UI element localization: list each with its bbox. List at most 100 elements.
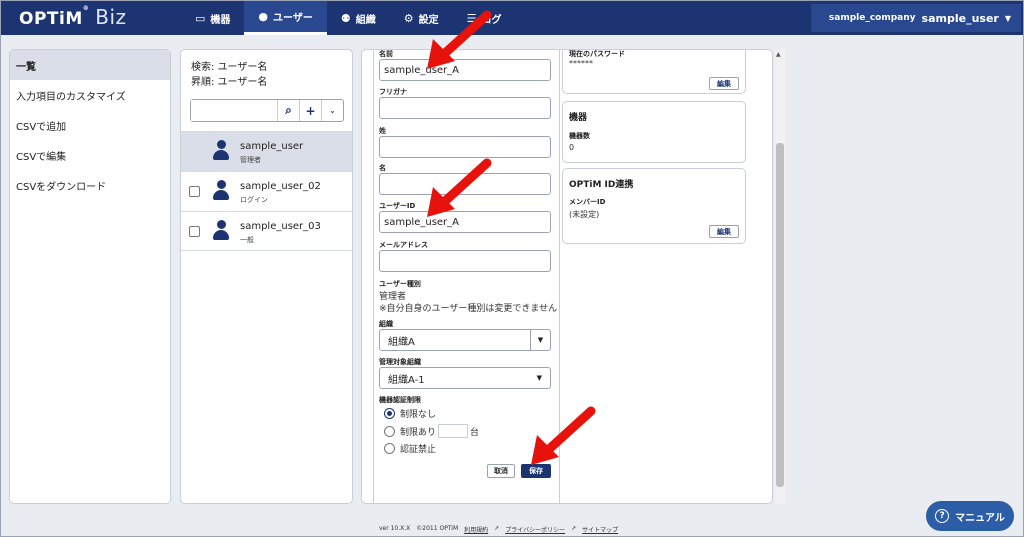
sidebar-item-csv-download[interactable]: CSVをダウンロード — [10, 170, 170, 200]
vertical-scrollbar[interactable]: ▲ — [775, 49, 785, 504]
footer: ver 10.X.X ©2011 OPTiM 利用規約 ↗ プライバシーポリシー… — [379, 525, 618, 534]
organization-value: 組織A — [388, 336, 415, 348]
radio-no-limit[interactable]: 制限なし — [384, 407, 436, 420]
user-name: sample_user_02 — [240, 181, 321, 192]
top-navigation-bar: OPTiM® Biz ▭ 機器 ● ユーザー ⚉ 組織 ⚙ 設定 ☰ ログ sample_c… — [1, 1, 1023, 35]
sort-condition: 昇順: ユーザー名 — [191, 77, 268, 88]
furigana-label: フリガナ — [379, 88, 407, 96]
user-role: 一般 — [240, 236, 254, 244]
organization-select[interactable]: 組織A ▼ — [379, 329, 551, 351]
device-count-value: 0 — [569, 143, 575, 152]
sitemap-link[interactable]: サイトマップ — [582, 525, 618, 534]
password-label: 現在のパスワード — [569, 50, 625, 58]
edit-password-button[interactable]: 編集 — [709, 77, 739, 90]
annotation-arrow-icon — [531, 406, 596, 465]
privacy-link[interactable]: プライバシーポリシー — [505, 525, 565, 534]
name-label: 名前 — [379, 50, 393, 58]
radio-no-limit-button[interactable] — [384, 408, 395, 419]
radio-deny-label: 認証禁止 — [400, 445, 437, 455]
email-field[interactable] — [379, 250, 551, 272]
organization-label: 組織 — [379, 320, 393, 328]
user-role: 管理者 — [240, 156, 261, 164]
nav-devices[interactable]: ▭ 機器 — [181, 1, 244, 35]
radio-limit-unit: 台 — [470, 427, 480, 438]
radio-deny[interactable]: 認証禁止 — [384, 442, 436, 455]
account-menu[interactable]: sample_company sample_user ▼ — [811, 4, 1021, 32]
organization-icon: ⚉ — [340, 11, 351, 25]
member-id-label: メンバーID — [569, 198, 606, 206]
logo-product: Biz — [95, 5, 127, 29]
last-name-label: 姓 — [379, 127, 386, 135]
avatar-icon — [213, 180, 229, 202]
device-card: 機器 機器数 0 — [562, 101, 746, 163]
device-limit-count-input[interactable] — [438, 424, 469, 438]
managed-org-label: 管理対象組織 — [379, 358, 421, 366]
password-value: ****** — [569, 59, 593, 68]
nav-organization-label: 組織 — [355, 14, 376, 26]
sidebar-item-csv-edit[interactable]: CSVで編集 — [10, 140, 170, 170]
user-name: sample_user — [240, 141, 304, 152]
device-limit-label: 機器認証制限 — [379, 396, 421, 404]
app-window: OPTiM® Biz ▭ 機器 ● ユーザー ⚉ 組織 ⚙ 設定 ☰ ログ sample_c… — [0, 0, 1024, 537]
device-card-title: 機器 — [569, 113, 588, 123]
sidebar-item-csv-add[interactable]: CSVで追加 — [10, 110, 170, 140]
scroll-up-icon[interactable]: ▲ — [776, 51, 781, 58]
copyright-text: ©2011 OPTiM — [416, 525, 459, 532]
user-role: ログイン — [240, 196, 268, 204]
radio-no-limit-label: 制限なし — [400, 410, 437, 420]
user-list-item[interactable]: sample_user_02 ログイン — [181, 171, 352, 211]
optim-biz-logo[interactable]: OPTiM® Biz — [19, 5, 127, 29]
user-list-item[interactable]: sample_user_03 一般 — [181, 211, 352, 251]
email-label: メールアドレス — [379, 241, 428, 249]
user-name: sample_user_03 — [240, 221, 321, 232]
radio-limit-button[interactable] — [384, 425, 395, 437]
nav-users-label: ユーザー — [273, 13, 313, 24]
add-user-icon[interactable]: + — [299, 100, 321, 121]
search-icon[interactable]: ⌕ — [277, 100, 299, 121]
managed-org-select[interactable]: 組織A-1 ▼ — [379, 367, 551, 389]
user-checkbox[interactable] — [189, 186, 200, 197]
annotation-arrow-icon — [427, 10, 492, 69]
chevron-down-icon[interactable]: ⌄ — [321, 100, 343, 121]
nav-organization[interactable]: ⚉ 組織 — [327, 1, 390, 35]
password-card: 現在のパスワード ****** 編集 — [562, 50, 746, 94]
radio-limit[interactable]: 制限あり 台 — [384, 424, 479, 438]
gear-icon: ⚙ — [403, 11, 414, 25]
radio-deny-button[interactable] — [384, 443, 395, 454]
logo-mark: ® — [82, 5, 90, 12]
device-count-label: 機器数 — [569, 132, 590, 140]
optim-id-card: OPTiM ID連携 メンバーID (未設定) 編集 — [562, 168, 746, 244]
user-list-panel: 検索: ユーザー名 昇順: ユーザー名 ⌕ + ⌄ sample_user 管理… — [180, 49, 353, 504]
external-link-icon: ↗ — [571, 525, 577, 532]
user-list-item[interactable]: sample_user 管理者 — [181, 131, 352, 171]
search-input[interactable] — [191, 100, 277, 121]
user-list: sample_user 管理者 sample_user_02 ログイン samp… — [181, 131, 352, 251]
annotation-arrow-icon — [427, 158, 492, 217]
chevron-down-icon: ▼ — [530, 330, 550, 350]
sidebar-item-list[interactable]: 一覧 — [10, 50, 170, 80]
cancel-button[interactable]: 取消 — [487, 464, 515, 478]
chevron-down-icon: ▼ — [536, 374, 542, 382]
terms-link[interactable]: 利用規約 — [464, 525, 488, 534]
manual-button[interactable]: ? マニュアル — [926, 501, 1014, 531]
user-type-label: ユーザー種別 — [379, 280, 421, 288]
search-info: 検索: ユーザー名 昇順: ユーザー名 — [191, 60, 267, 90]
sidebar-item-customize-fields[interactable]: 入力項目のカスタマイズ — [10, 80, 170, 110]
current-user-name: sample_user — [921, 11, 999, 25]
user-icon: ● — [258, 10, 269, 23]
nav-devices-label: 機器 — [210, 14, 231, 26]
last-name-field[interactable] — [379, 136, 551, 158]
scroll-thumb[interactable] — [776, 143, 784, 487]
version-text: ver 10.X.X — [379, 525, 411, 532]
nav-users[interactable]: ● ユーザー — [244, 1, 327, 35]
logo-text: OPTiM — [19, 9, 83, 29]
first-name-label: 名 — [379, 164, 386, 172]
managed-org-value: 組織A-1 — [388, 374, 425, 386]
furigana-field[interactable] — [379, 97, 551, 119]
company-name: sample_company — [828, 13, 916, 23]
user-checkbox[interactable] — [189, 226, 200, 237]
radio-limit-label: 制限あり — [400, 427, 437, 438]
edit-optim-id-button[interactable]: 編集 — [709, 225, 739, 238]
avatar-icon — [213, 140, 229, 162]
chevron-down-icon: ▼ — [1004, 13, 1011, 23]
